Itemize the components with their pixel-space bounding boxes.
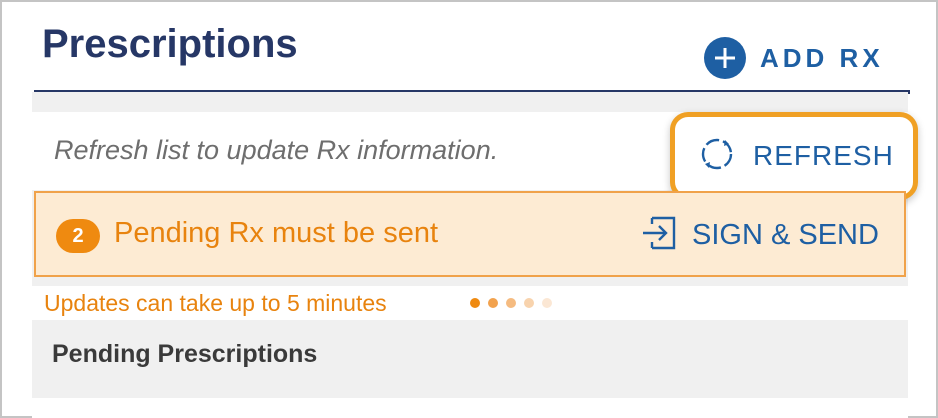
- add-rx-label: ADD RX: [760, 42, 884, 73]
- sign-send-button[interactable]: SIGN & SEND: [640, 215, 879, 255]
- add-rx-button[interactable]: ADD RX: [704, 36, 884, 80]
- page-title: Prescriptions: [42, 22, 298, 66]
- refresh-label: REFRESH: [753, 140, 894, 171]
- refresh-button[interactable]: REFRESH: [670, 112, 918, 200]
- pending-banner: 2 Pending Rx must be sent SIGN & SEND: [34, 191, 906, 277]
- refresh-hint: Refresh list to update Rx information.: [54, 135, 499, 165]
- sign-in-arrow-icon: [640, 214, 678, 257]
- section-title: Pending Prescriptions: [52, 340, 318, 368]
- refresh-row: Refresh list to update Rx information. R…: [32, 112, 918, 200]
- list-item: [32, 398, 908, 418]
- updates-message: Updates can take up to 5 minutes: [44, 290, 387, 316]
- pending-count-badge: 2: [56, 219, 100, 253]
- pending-message: Pending Rx must be sent: [114, 217, 439, 249]
- sign-send-label: SIGN & SEND: [692, 218, 879, 251]
- plus-circle-icon: [704, 37, 746, 79]
- refresh-icon: [699, 136, 735, 177]
- updates-row: Updates can take up to 5 minutes: [32, 286, 908, 320]
- loading-dots-icon: [470, 298, 560, 308]
